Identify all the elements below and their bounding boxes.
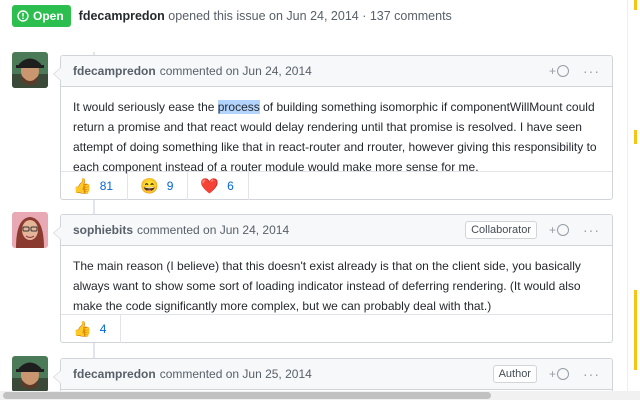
add-reaction-plus: + — [548, 223, 556, 237]
reaction-count: 6 — [227, 179, 234, 193]
comment-date[interactable]: commented on Jun 24, 2014 — [137, 223, 289, 237]
reaction-thumbs-up[interactable]: 👍 4 — [61, 315, 122, 343]
reactions-bar: 👍 4 — [61, 314, 612, 343]
avatar[interactable] — [12, 356, 48, 392]
issue-state-label: Open — [33, 9, 64, 23]
smiley-icon — [557, 65, 569, 77]
reaction-smile[interactable]: 😄 9 — [128, 172, 189, 200]
comment-body: The main reason (I believe) that this do… — [61, 246, 612, 314]
add-reaction-button[interactable]: + — [549, 223, 569, 237]
scroll-marker — [634, 0, 637, 10]
vertical-scrollbar[interactable] — [627, 0, 640, 391]
kebab-horizontal-icon[interactable]: ··· — [583, 222, 600, 238]
comment-body-text: It would seriously ease the — [73, 100, 218, 114]
comment-header: fdecampredon commented on Jun 25, 2014 A… — [61, 359, 612, 390]
issue-author-link[interactable]: fdecampredon — [79, 9, 165, 23]
reaction-count: 81 — [99, 179, 114, 193]
comment-card: fdecampredon commented on Jun 24, 2014 +… — [53, 55, 613, 200]
comment-author-link[interactable]: sophiebits — [73, 223, 133, 237]
comment-header: sophiebits commented on Jun 24, 2014 Col… — [61, 215, 612, 246]
comment-author-link[interactable]: fdecampredon — [73, 367, 156, 381]
avatar[interactable] — [12, 212, 48, 248]
collaborator-badge: Collaborator — [465, 221, 537, 239]
smiley-icon — [557, 368, 569, 380]
scroll-marker — [634, 290, 637, 370]
add-reaction-plus: + — [548, 64, 556, 78]
avatar[interactable] — [12, 52, 48, 88]
thumbs-up-icon: 👍 — [73, 178, 92, 195]
issue-meta-bar: Open fdecampredon opened this issue on J… — [0, 0, 612, 32]
selected-text: process — [217, 100, 260, 114]
issue-meta-details: opened this issue on Jun 24, 2014 · 137 … — [168, 9, 452, 23]
smiley-icon — [557, 224, 569, 236]
issue-opened-icon — [17, 10, 29, 22]
reaction-count: 9 — [166, 179, 174, 193]
heart-icon: ❤️ — [200, 178, 220, 195]
thumbs-up-icon: 👍 — [73, 321, 92, 338]
add-reaction-button[interactable]: + — [549, 367, 569, 381]
add-reaction-button[interactable]: + — [549, 64, 569, 78]
reaction-heart[interactable]: ❤️ 6 — [188, 172, 249, 200]
comment-date[interactable]: commented on Jun 25, 2014 — [160, 367, 312, 381]
comment-body: It would seriously ease the process of b… — [61, 87, 612, 174]
scroll-marker — [634, 130, 637, 144]
comment-header: fdecampredon commented on Jun 24, 2014 +… — [61, 56, 612, 87]
comment-author-link[interactable]: fdecampredon — [73, 64, 156, 78]
comment-date[interactable]: commented on Jun 24, 2014 — [160, 64, 312, 78]
issue-state-badge: Open — [12, 5, 71, 27]
add-reaction-plus: + — [548, 367, 556, 381]
horizontal-scrollbar[interactable] — [0, 391, 640, 400]
reaction-thumbs-up[interactable]: 👍 81 — [61, 172, 129, 200]
reaction-count: 4 — [99, 322, 107, 336]
comment-card: sophiebits commented on Jun 24, 2014 Col… — [53, 214, 613, 343]
author-badge: Author — [492, 365, 537, 383]
comment-body-text: The main reason (I believe) that this do… — [73, 259, 581, 313]
smile-icon: 😄 — [140, 178, 159, 195]
horizontal-scrollbar-thumb[interactable] — [3, 392, 491, 399]
kebab-horizontal-icon[interactable]: ··· — [583, 63, 600, 79]
kebab-horizontal-icon[interactable]: ··· — [583, 366, 600, 382]
issue-meta-text: fdecampredon opened this issue on Jun 24… — [79, 9, 452, 23]
